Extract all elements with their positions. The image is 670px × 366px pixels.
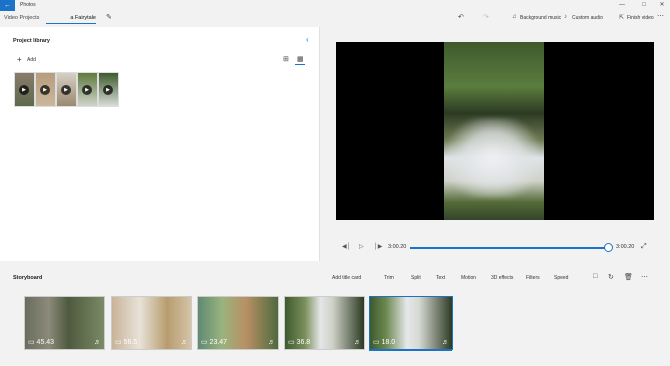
- custom-audio-icon[interactable]: ♪: [564, 14, 567, 20]
- rotate-icon[interactable]: ↻: [608, 273, 614, 281]
- back-button[interactable]: ←: [0, 0, 15, 11]
- delete-icon[interactable]: 🗑: [624, 273, 633, 281]
- collapse-panel-icon[interactable]: ‹: [306, 35, 309, 44]
- project-library-panel: [0, 27, 320, 261]
- library-item[interactable]: ▶: [77, 72, 98, 107]
- add-button[interactable]: Add: [27, 57, 36, 63]
- grid-view-large-icon[interactable]: ▦: [297, 55, 304, 63]
- background-music-button[interactable]: Background music: [520, 15, 561, 21]
- volume-icon[interactable]: ♬: [268, 339, 275, 346]
- grid-view-small-icon[interactable]: ⊞: [283, 55, 289, 63]
- preview-subject: [448, 118, 538, 198]
- breadcrumb[interactable]: Video Projects: [4, 15, 39, 21]
- skip-back-icon[interactable]: ◀│: [342, 243, 350, 250]
- 3d-effects-button[interactable]: 3D effects: [491, 275, 513, 281]
- storyboard-title: Storyboard: [13, 275, 43, 281]
- text-button[interactable]: Text: [436, 275, 445, 281]
- storyboard-clip-selected[interactable]: ▭ 18.0 ♬: [369, 296, 453, 350]
- clip-duration: ▭ 45.43: [28, 339, 55, 346]
- motion-button[interactable]: Motion: [461, 275, 476, 281]
- undo-icon[interactable]: ↶: [458, 13, 464, 21]
- music-note-icon[interactable]: ♫: [512, 14, 517, 20]
- end-time: 3:00.20: [616, 244, 635, 250]
- play-icon: ▶: [82, 85, 92, 95]
- speed-button[interactable]: Speed: [554, 275, 568, 281]
- project-name-field[interactable]: a Fairytale: [46, 13, 96, 24]
- storyboard-clip[interactable]: ▭ 45.43 ♬: [24, 296, 105, 350]
- clip-duration: ▭ 18.0: [373, 339, 396, 346]
- library-item[interactable]: ▶: [56, 72, 77, 107]
- volume-icon[interactable]: ♬: [181, 339, 188, 346]
- more-icon[interactable]: ⋯: [641, 273, 648, 281]
- volume-icon[interactable]: ♬: [354, 339, 361, 346]
- storyboard-clip[interactable]: ▭ 56.5 ♬: [111, 296, 192, 350]
- title-bar: [0, 0, 670, 11]
- maximize-button[interactable]: □: [636, 0, 652, 11]
- volume-icon[interactable]: ♬: [442, 339, 449, 346]
- fullscreen-icon[interactable]: ⤢: [641, 243, 647, 251]
- play-icon: ▶: [40, 85, 50, 95]
- play-icon: ▶: [103, 85, 113, 95]
- storyboard-clip[interactable]: ▭ 23.47 ♬: [197, 296, 279, 350]
- redo-icon[interactable]: ↷: [483, 13, 489, 21]
- library-title: Project library: [13, 38, 50, 44]
- active-view-indicator: [295, 64, 305, 65]
- play-icon: ▶: [19, 85, 29, 95]
- minimize-button[interactable]: —: [614, 0, 630, 11]
- seek-bar[interactable]: [410, 247, 610, 249]
- resize-icon[interactable]: □: [593, 273, 597, 280]
- close-button[interactable]: ✕: [654, 0, 670, 11]
- library-item[interactable]: ▶: [35, 72, 56, 107]
- custom-audio-button[interactable]: Custom audio: [572, 15, 603, 21]
- storyboard-clip[interactable]: ▭ 36.8 ♬: [284, 296, 365, 350]
- play-icon: ▶: [61, 85, 71, 95]
- library-item[interactable]: ▶: [98, 72, 119, 107]
- volume-icon[interactable]: ♬: [94, 339, 101, 346]
- export-icon[interactable]: ⇱: [619, 14, 624, 21]
- clip-duration: ▭ 23.47: [201, 339, 228, 346]
- app-name: Photos: [20, 2, 36, 8]
- more-options-icon[interactable]: ⋯: [657, 12, 664, 20]
- split-button[interactable]: Split: [411, 275, 421, 281]
- selected-clip-indicator: [369, 349, 452, 351]
- trim-button[interactable]: Trim: [384, 275, 394, 281]
- rename-pencil-icon[interactable]: ✎: [106, 13, 112, 21]
- filters-button[interactable]: Filters: [526, 275, 540, 281]
- add-plus-icon[interactable]: +: [17, 55, 22, 64]
- play-button[interactable]: ▷: [359, 243, 364, 250]
- seek-handle[interactable]: [604, 243, 613, 252]
- skip-forward-icon[interactable]: │▶: [374, 243, 382, 250]
- clip-duration: ▭ 56.5: [115, 339, 138, 346]
- current-time: 3:00.20: [388, 244, 407, 250]
- library-item[interactable]: ▶: [14, 72, 35, 107]
- add-title-card-button[interactable]: Add title card: [332, 275, 361, 281]
- clip-duration: ▭ 36.8: [288, 339, 311, 346]
- finish-video-button[interactable]: Finish video: [627, 15, 654, 21]
